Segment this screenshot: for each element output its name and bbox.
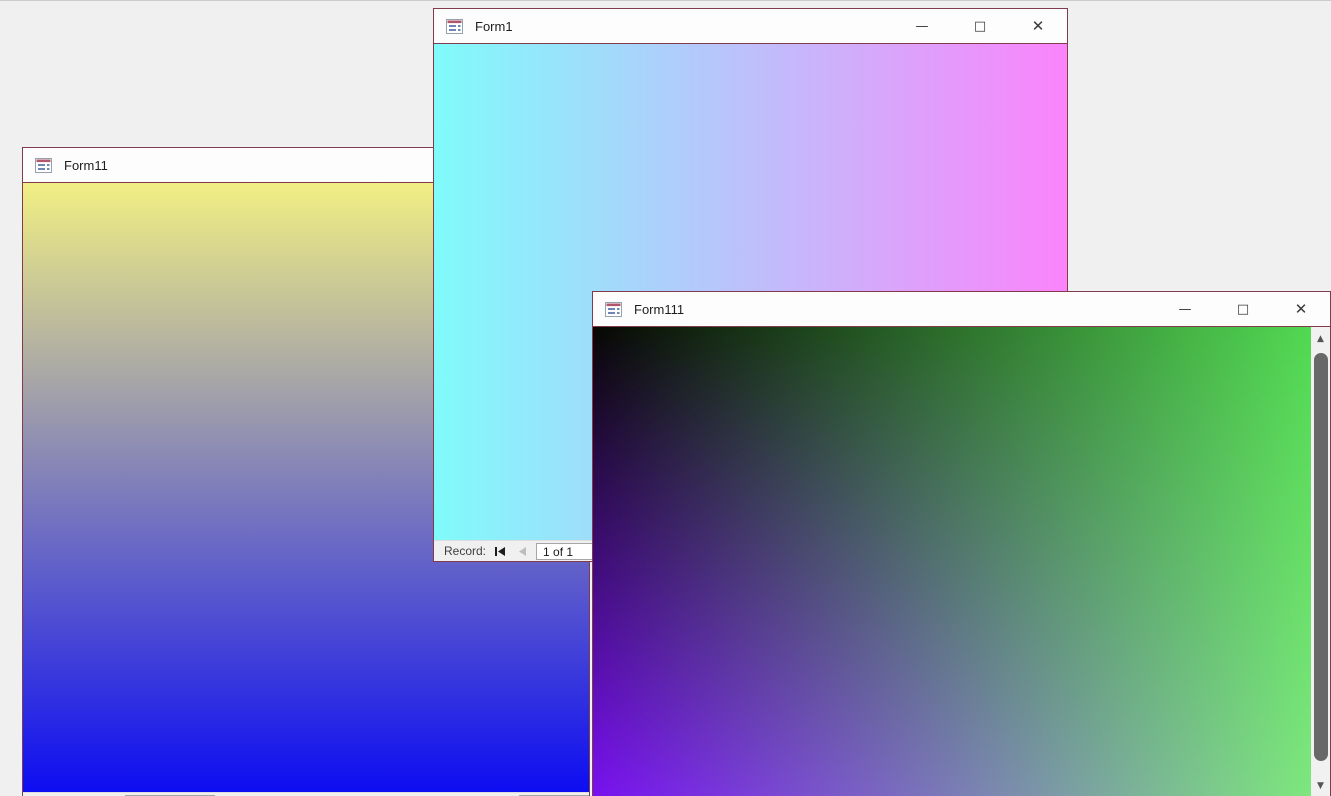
vertical-scrollbar[interactable]: ▲ ▼ bbox=[1311, 327, 1330, 796]
previous-record-button[interactable] bbox=[513, 543, 530, 559]
window-controls: — □ ✕ bbox=[907, 11, 1053, 41]
previous-record-icon bbox=[517, 547, 526, 556]
desktop: { "desktop": { "background_color": "#f0f… bbox=[0, 0, 1331, 796]
form111-detail-area bbox=[593, 327, 1311, 796]
titlebar-form1[interactable]: Form1 — □ ✕ bbox=[434, 9, 1067, 44]
form111-gradient-canvas bbox=[593, 327, 1311, 796]
scroll-down-icon: ▼ bbox=[1317, 781, 1324, 791]
form-icon bbox=[605, 302, 622, 317]
titlebar-form111[interactable]: Form111 — □ ✕ bbox=[593, 292, 1330, 327]
first-record-icon bbox=[494, 547, 505, 556]
form-icon bbox=[35, 158, 52, 173]
close-icon: ✕ bbox=[1032, 19, 1045, 34]
close-icon: ✕ bbox=[1295, 302, 1308, 317]
maximize-icon: □ bbox=[1237, 303, 1249, 316]
close-button[interactable]: ✕ bbox=[1286, 294, 1316, 324]
first-record-button[interactable] bbox=[491, 543, 508, 559]
maximize-icon: □ bbox=[974, 20, 986, 33]
minimize-icon: — bbox=[1179, 303, 1192, 316]
maximize-button[interactable]: □ bbox=[965, 11, 995, 41]
window-controls: — □ ✕ bbox=[1170, 294, 1316, 324]
maximize-button[interactable]: □ bbox=[1228, 294, 1258, 324]
record-navigation-bar: Record: 1 of 1 bbox=[23, 792, 589, 796]
minimize-icon: — bbox=[916, 20, 929, 33]
window-title: Form1 bbox=[475, 19, 907, 34]
minimize-button[interactable]: — bbox=[907, 11, 937, 41]
window-title: Form111 bbox=[634, 302, 1170, 317]
scroll-up-icon: ▲ bbox=[1317, 334, 1324, 344]
scroll-up-button[interactable]: ▲ bbox=[1311, 329, 1330, 349]
record-label: Record: bbox=[444, 544, 486, 558]
window-title: Form11 bbox=[64, 158, 429, 173]
scrollbar-thumb[interactable] bbox=[1314, 353, 1328, 761]
window-form111: Form111 — □ ✕ bbox=[592, 291, 1331, 796]
scroll-down-button[interactable]: ▼ bbox=[1311, 776, 1330, 796]
minimize-button[interactable]: — bbox=[1170, 294, 1200, 324]
form-icon bbox=[446, 19, 463, 34]
close-button[interactable]: ✕ bbox=[1023, 11, 1053, 41]
